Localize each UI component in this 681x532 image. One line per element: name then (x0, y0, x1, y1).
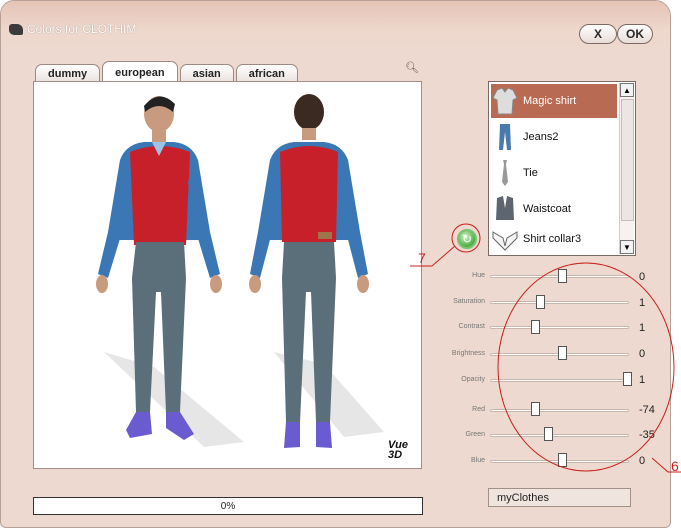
annotation-overlay (410, 223, 681, 473)
annotation-7: 7 (418, 250, 426, 266)
annotation-6: 6 (671, 458, 679, 474)
